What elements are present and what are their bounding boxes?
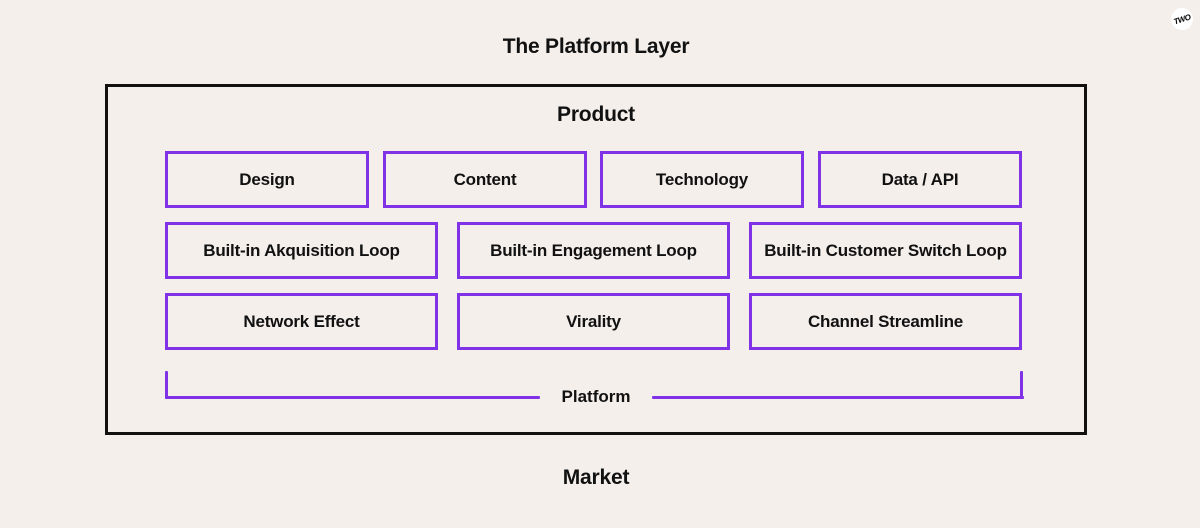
loop-box-acquisition: Built-in Akquisition Loop (165, 222, 438, 279)
component-box-data-api: Data / API (818, 151, 1022, 208)
loop-box-customer-switch: Built-in Customer Switch Loop (749, 222, 1022, 279)
effect-box-network-effect: Network Effect (165, 293, 438, 350)
platform-bracket-right-tick (1020, 371, 1023, 399)
platform-bracket-left-tick (165, 371, 168, 399)
product-label: Product (557, 103, 635, 126)
component-box-content: Content (383, 151, 587, 208)
market-label: Market (562, 466, 630, 489)
effect-box-virality: Virality (457, 293, 730, 350)
page-title: The Platform Layer (502, 35, 690, 58)
component-box-technology: Technology (600, 151, 804, 208)
platform-bracket-left-line (165, 396, 540, 399)
effect-box-channel-streamline: Channel Streamline (749, 293, 1022, 350)
loop-box-engagement: Built-in Engagement Loop (457, 222, 730, 279)
component-box-design: Design (165, 151, 369, 208)
platform-bracket-right-line (652, 396, 1024, 399)
platform-label: Platform (561, 387, 631, 406)
brand-logo-icon: TWO (1168, 5, 1196, 33)
